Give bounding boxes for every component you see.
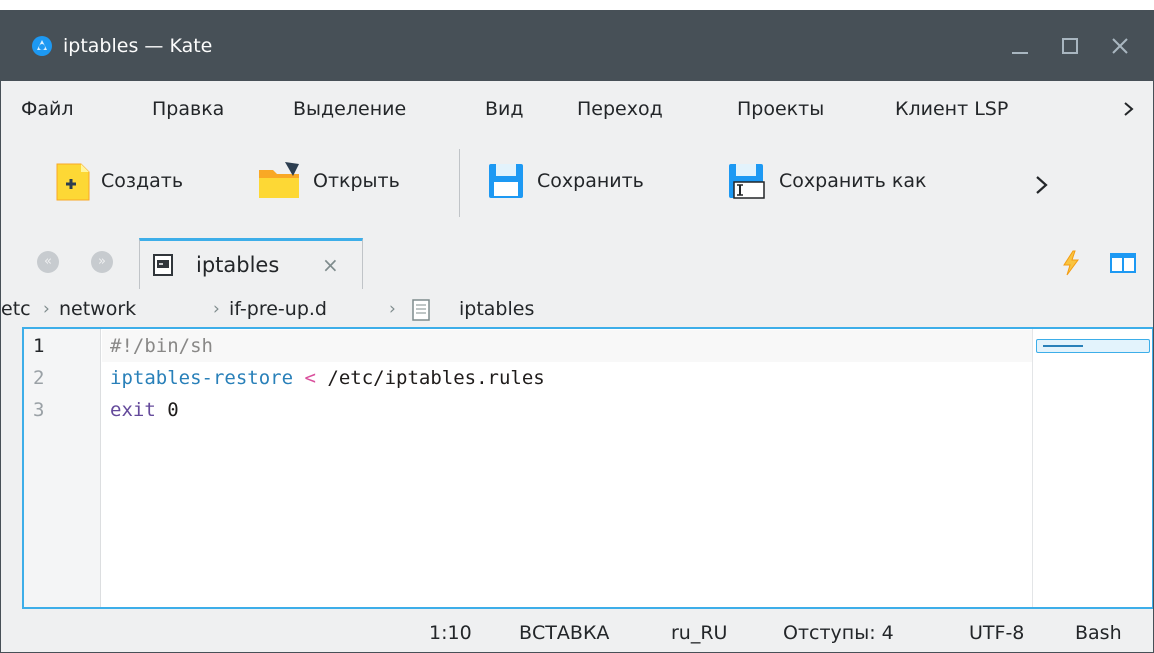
- encoding[interactable]: UTF-8: [969, 611, 1024, 652]
- breadcrumb-separator: ›: [213, 299, 220, 319]
- menu-view[interactable]: Вид: [485, 97, 524, 121]
- breadcrumb-item-etc[interactable]: etc: [1, 291, 31, 327]
- new-button-label: Создать: [101, 170, 184, 192]
- code-token: #!/bin/sh: [110, 335, 213, 357]
- input-mode[interactable]: ВСТАВКА: [519, 611, 609, 652]
- tab-close-icon[interactable]: ×: [322, 253, 339, 277]
- split-view-icon[interactable]: [1109, 251, 1137, 275]
- previous-document-icon[interactable]: «: [37, 251, 59, 273]
- main-toolbar: Создать Открыть Сохранить Сохранить как: [1, 137, 1153, 229]
- menu-selection[interactable]: Выделение: [293, 97, 406, 121]
- line-number: 2: [33, 367, 45, 389]
- maximize-icon[interactable]: [1053, 29, 1087, 63]
- breadcrumb-separator: ›: [389, 299, 396, 319]
- save-as-button[interactable]: Сохранить как: [725, 155, 927, 207]
- tab-bar: « » iptables ×: [1, 229, 1153, 289]
- syntax-mode[interactable]: Bash: [1075, 611, 1122, 652]
- code-token: 0: [155, 399, 179, 421]
- code-token: <: [304, 367, 316, 389]
- close-icon[interactable]: [1103, 29, 1137, 63]
- indentation-setting[interactable]: Отступы: 4: [783, 611, 894, 652]
- code-line[interactable]: exit 0: [110, 394, 179, 426]
- spell-language[interactable]: ru_RU: [671, 611, 727, 652]
- breadcrumb-separator: ›: [43, 299, 50, 319]
- shell-script-icon: [153, 254, 173, 276]
- file-icon: [412, 299, 430, 321]
- tab-iptables[interactable]: iptables ×: [139, 238, 363, 289]
- save-as-icon: [729, 164, 765, 199]
- save-button-label: Сохранить: [537, 170, 644, 192]
- new-document-icon: [56, 163, 90, 201]
- minimap[interactable]: [1032, 329, 1152, 607]
- lightning-icon[interactable]: [1059, 249, 1083, 277]
- save-as-button-label: Сохранить как: [779, 170, 927, 192]
- status-bar: 1:10 ВСТАВКА ru_RU Отступы: 4 UTF-8 Bash: [1, 609, 1153, 652]
- kate-app-icon: [32, 36, 52, 56]
- menu-file[interactable]: Файл: [21, 97, 74, 121]
- open-button-label: Открыть: [313, 170, 400, 192]
- title-bar[interactable]: iptables — Kate: [1, 11, 1153, 81]
- line-number: 1: [33, 335, 45, 357]
- code-line[interactable]: #!/bin/sh: [110, 330, 213, 362]
- menu-go[interactable]: Переход: [577, 97, 663, 121]
- code-token: exit: [110, 399, 156, 421]
- code-token: iptables-restore: [110, 367, 294, 389]
- next-document-icon[interactable]: »: [91, 251, 113, 273]
- breadcrumb-item-if-pre-up[interactable]: if-pre-up.d: [229, 291, 327, 327]
- minimap-viewport[interactable]: [1036, 339, 1150, 353]
- breadcrumb-item-network[interactable]: network: [59, 291, 136, 327]
- tab-label: iptables: [196, 253, 280, 277]
- menu-bar: Файл Правка Выделение Вид Переход Проект…: [1, 81, 1153, 137]
- menu-lsp-client[interactable]: Клиент LSP: [895, 97, 1008, 121]
- open-folder-icon: [259, 162, 299, 198]
- menu-edit[interactable]: Правка: [152, 97, 224, 121]
- toolbar-separator: [459, 149, 460, 217]
- current-line-highlight: [102, 330, 1032, 362]
- chevron-right-icon[interactable]: [1119, 95, 1139, 123]
- open-button[interactable]: Открыть: [257, 155, 400, 207]
- code-line[interactable]: iptables-restore < /etc/iptables.rules: [110, 362, 545, 394]
- window-title: iptables — Kate: [63, 35, 213, 57]
- menu-projects[interactable]: Проекты: [737, 97, 824, 121]
- chevron-right-icon[interactable]: [1031, 171, 1053, 199]
- line-number-gutter: 1 2 3: [24, 329, 101, 607]
- breadcrumb: etc › network › if-pre-up.d › iptables: [1, 289, 1153, 327]
- save-button[interactable]: Сохранить: [485, 155, 644, 207]
- save-icon: [489, 164, 523, 198]
- new-button[interactable]: Создать: [53, 155, 183, 207]
- kate-window: iptables — Kate Файл Правка Выделение Ви…: [0, 10, 1154, 653]
- text-editor[interactable]: 1 2 3 #!/bin/sh iptables-restore < /etc/i…: [22, 327, 1153, 609]
- code-token: /etc/iptables.rules: [315, 367, 545, 389]
- line-number: 3: [33, 399, 45, 421]
- cursor-position[interactable]: 1:10: [429, 611, 472, 652]
- breadcrumb-item-iptables[interactable]: iptables: [459, 291, 534, 327]
- minimize-icon[interactable]: [1003, 29, 1037, 63]
